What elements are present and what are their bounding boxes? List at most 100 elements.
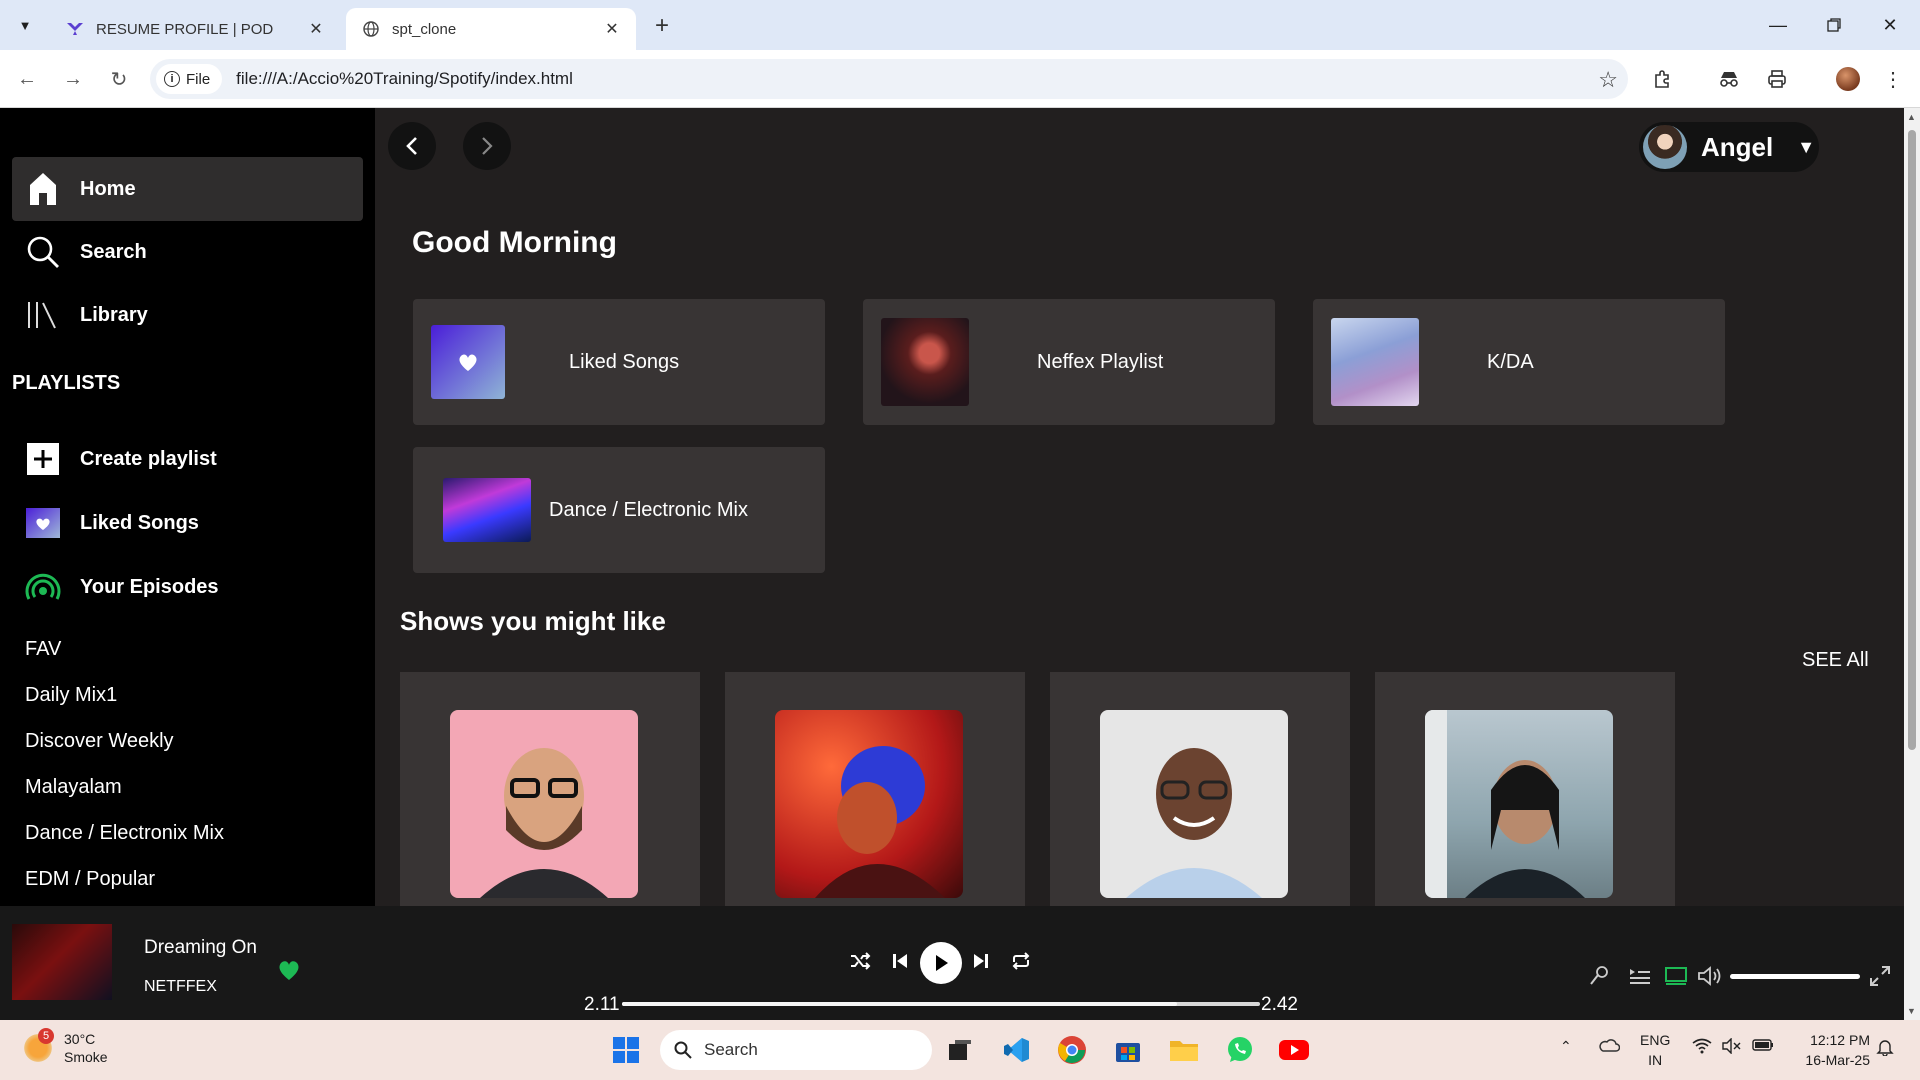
see-all-link[interactable]: SEE All	[1802, 649, 1869, 672]
back-arrow-icon[interactable]: ←	[12, 64, 42, 94]
quick-pick-label: K/DA	[1487, 350, 1534, 373]
track-title[interactable]: Dreaming On	[144, 937, 257, 959]
volume-icon[interactable]	[1696, 962, 1724, 990]
lyrics-mic-icon[interactable]	[1585, 962, 1613, 990]
neffex-playlist-art	[881, 318, 969, 406]
close-tab-icon[interactable]: ✕	[602, 19, 622, 39]
quick-pick-card[interactable]: Liked Songs	[413, 299, 825, 425]
scrollbar-thumb[interactable]	[1908, 130, 1916, 750]
fullscreen-icon[interactable]	[1866, 962, 1894, 990]
sidebar-item-library[interactable]: Library	[12, 283, 363, 347]
clock-time: 12:12 PM	[1810, 1032, 1870, 1048]
notifications-bell-icon[interactable]	[1876, 1038, 1894, 1059]
sidebar-item-home[interactable]: Home	[12, 157, 363, 221]
vscode-icon[interactable]	[998, 1032, 1034, 1068]
create-playlist-button[interactable]: Create playlist	[12, 427, 363, 491]
whatsapp-icon[interactable]	[1222, 1032, 1258, 1068]
chrome-icon[interactable]	[1054, 1032, 1090, 1068]
task-view-icon[interactable]	[942, 1032, 978, 1068]
windows-start-icon[interactable]	[608, 1032, 644, 1068]
system-clock[interactable]: 12:12 PM 16-Mar-25	[1790, 1030, 1870, 1070]
playlist-item[interactable]: Malayalam	[25, 776, 122, 799]
avatar	[1643, 125, 1687, 169]
track-duration: 2.42	[1261, 994, 1298, 1015]
quick-pick-card[interactable]: K/DA	[1313, 299, 1725, 425]
sidebar-item-liked-songs[interactable]: Liked Songs	[12, 491, 363, 555]
close-tab-icon[interactable]: ✕	[306, 19, 326, 39]
sidebar-item-label: Search	[80, 240, 147, 263]
url-text[interactable]: file:///A:/Accio%20Training/Spotify/inde…	[236, 69, 573, 89]
page-scrollbar[interactable]: ▲ ▼	[1904, 108, 1920, 1020]
track-artist[interactable]: NETFFEX	[144, 978, 217, 996]
sidebar-item-label: Create playlist	[80, 447, 217, 470]
queue-icon[interactable]	[1626, 962, 1654, 990]
shuffle-icon[interactable]	[847, 948, 873, 974]
playlist-item[interactable]: Dance / Electronix Mix	[25, 822, 224, 845]
volume-slider[interactable]	[1730, 974, 1860, 979]
menu-kebab-icon[interactable]: ⋮	[1878, 64, 1908, 94]
back-button[interactable]	[388, 122, 436, 170]
show-card[interactable]	[725, 672, 1025, 906]
connect-device-icon[interactable]	[1662, 962, 1690, 990]
heart-icon	[459, 354, 477, 371]
site-info-chip[interactable]: i File	[156, 64, 223, 94]
tab-title: RESUME PROFILE | POD	[96, 20, 274, 38]
heart-icon	[24, 504, 62, 542]
sidebar-item-your-episodes[interactable]: Your Episodes	[12, 555, 363, 619]
next-track-icon[interactable]	[968, 948, 994, 974]
seek-bar[interactable]	[622, 1002, 1260, 1006]
sidebar-item-label: Liked Songs	[80, 511, 199, 534]
file-explorer-icon[interactable]	[1166, 1032, 1202, 1068]
playlist-item[interactable]: Discover Weekly	[25, 730, 174, 753]
language-indicator[interactable]: ENG IN	[1640, 1030, 1670, 1070]
bookmark-star-icon[interactable]: ☆	[1598, 67, 1618, 93]
minimize-icon[interactable]: —	[1758, 10, 1798, 40]
forward-arrow-icon[interactable]: →	[58, 64, 88, 94]
sidebar-item-search[interactable]: Search	[12, 220, 363, 284]
reload-icon[interactable]: ↻	[104, 64, 134, 94]
new-tab-button[interactable]: +	[648, 12, 676, 40]
seek-bar-fill	[622, 1002, 1178, 1006]
quick-pick-card[interactable]: Neffex Playlist	[863, 299, 1275, 425]
globe-icon	[362, 20, 380, 38]
taskbar-search[interactable]: Search	[660, 1030, 932, 1070]
print-icon[interactable]	[1762, 64, 1792, 94]
show-card[interactable]	[400, 672, 700, 906]
user-menu-button[interactable]: Angel ▼	[1639, 122, 1819, 172]
show-card[interactable]	[1050, 672, 1350, 906]
playlist-item[interactable]: EDM / Popular	[25, 868, 155, 891]
youtube-icon[interactable]	[1276, 1032, 1312, 1068]
show-card[interactable]	[1375, 672, 1675, 906]
restore-icon[interactable]	[1814, 10, 1854, 40]
playlist-item[interactable]: Daily Mix1	[25, 684, 117, 707]
forward-button[interactable]	[463, 122, 511, 170]
tab-title: spt_clone	[392, 20, 457, 38]
tab-search-dropdown[interactable]: ▼	[10, 10, 40, 40]
repeat-icon[interactable]	[1008, 948, 1034, 974]
microsoft-store-icon[interactable]	[1110, 1032, 1146, 1068]
battery-icon[interactable]	[1752, 1038, 1774, 1055]
profile-avatar-icon[interactable]	[1833, 64, 1863, 94]
weather-widget[interactable]: 5 30°C Smoke	[22, 1028, 108, 1066]
browser-tab-bar: ▼ RESUME PROFILE | POD ✕ spt_clone ✕ + —…	[0, 0, 1920, 50]
speaker-muted-icon[interactable]	[1722, 1037, 1742, 1057]
notification-badge: 5	[38, 1028, 54, 1044]
taskbar-search-label: Search	[704, 1040, 758, 1059]
previous-track-icon[interactable]	[887, 948, 913, 974]
play-button[interactable]	[920, 942, 962, 984]
scroll-down-icon[interactable]: ▼	[1907, 1006, 1916, 1016]
wifi-icon[interactable]	[1692, 1038, 1712, 1057]
weather-temp: 30°C	[64, 1031, 96, 1047]
browser-tab[interactable]: RESUME PROFILE | POD ✕	[50, 8, 340, 50]
playlist-item[interactable]: FAV	[25, 638, 61, 661]
incognito-icon[interactable]	[1714, 64, 1744, 94]
close-window-icon[interactable]: ✕	[1870, 10, 1910, 40]
scroll-up-icon[interactable]: ▲	[1907, 112, 1916, 122]
tray-overflow-icon[interactable]: ⌃	[1560, 1038, 1572, 1055]
extensions-icon[interactable]	[1648, 64, 1678, 94]
onedrive-icon[interactable]	[1598, 1038, 1621, 1055]
like-heart-icon[interactable]	[276, 958, 302, 987]
omnibox[interactable]: i File file:///A:/Accio%20Training/Spoti…	[150, 59, 1628, 99]
quick-pick-card[interactable]: Dance / Electronic Mix	[413, 447, 825, 573]
browser-tab-active[interactable]: spt_clone ✕	[346, 8, 636, 50]
